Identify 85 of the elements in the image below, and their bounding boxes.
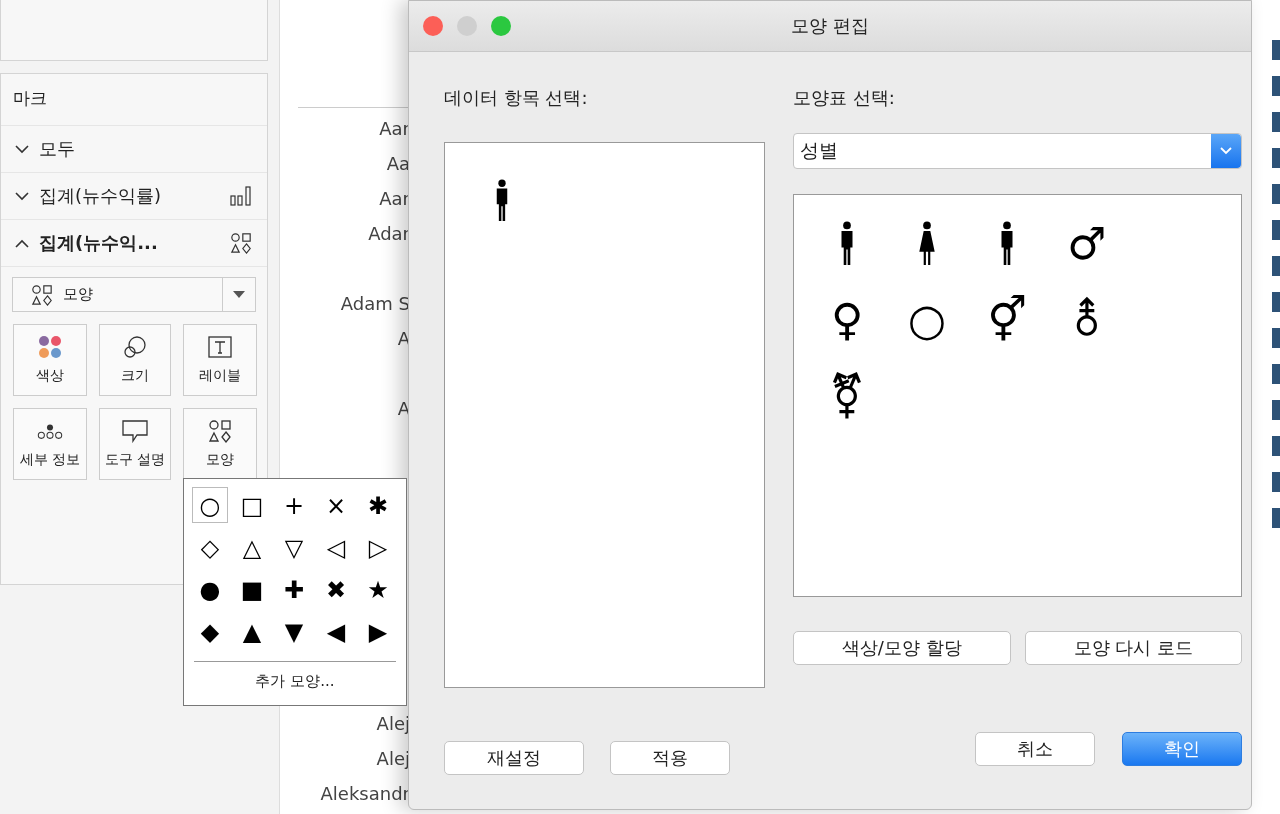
color-dots-icon (37, 335, 63, 359)
dialog-button[interactable]: 재설정 (444, 741, 584, 775)
shape-option[interactable]: ◁ (318, 529, 354, 565)
shape-option[interactable]: △ (234, 529, 270, 565)
shape-option[interactable]: ○ (192, 487, 228, 523)
bar (1272, 292, 1280, 312)
shape-option[interactable]: ● (192, 571, 228, 607)
row-header: Aar (379, 187, 410, 211)
bar (1272, 436, 1280, 456)
bar (1272, 328, 1280, 348)
shape-option[interactable]: ◆ (192, 613, 228, 649)
bar (1272, 472, 1280, 492)
bar (1272, 40, 1280, 60)
mark-type-dropdown[interactable]: 모양 (12, 277, 256, 312)
mark-row[interactable]: 모두 (1, 126, 267, 173)
gender-symbol[interactable]: ♂ (1067, 221, 1107, 267)
chevron-icon (15, 191, 29, 201)
bar (1272, 112, 1280, 132)
bar (1272, 400, 1280, 420)
property-button[interactable]: 세부 정보 (13, 408, 87, 480)
row-label: 집계(뉴수익... (39, 231, 159, 255)
property-button[interactable]: 도구 설명 (99, 408, 171, 480)
bar-chart-icon (229, 185, 253, 207)
section-label: 데이터 항목 선택: (444, 86, 589, 110)
shape-option[interactable]: ◀ (318, 613, 354, 649)
shapes-icon (229, 232, 253, 254)
shape-option[interactable]: + (276, 487, 312, 523)
dialog-button[interactable]: 색상/모양 할당 (793, 631, 1011, 665)
property-button[interactable]: 레이블 (183, 324, 257, 396)
woman-icon[interactable] (916, 221, 938, 265)
shape-option[interactable]: × (318, 487, 354, 523)
window-title: 모양 편집 (791, 14, 869, 38)
row-label: 모두 (39, 137, 76, 161)
shape-option[interactable]: ■ (234, 571, 270, 607)
row-label: 집계(뉴수익률) (39, 184, 163, 208)
shape-option[interactable]: ▶ (360, 613, 396, 649)
shape-option[interactable]: ▷ (360, 529, 396, 565)
shape-option[interactable]: ▲ (234, 613, 270, 649)
bar (1272, 364, 1280, 384)
section-label: 모양표 선택: (793, 86, 896, 110)
property-button[interactable]: 크기 (99, 324, 171, 396)
shape-option[interactable]: □ (234, 487, 270, 523)
text-icon (207, 335, 233, 359)
shape-option[interactable]: ▼ (276, 613, 312, 649)
circles-icon (122, 335, 148, 359)
dialog-button[interactable]: 모양 다시 로드 (1024, 631, 1242, 665)
bar (1272, 256, 1280, 276)
gender-symbol[interactable]: ♀ (830, 297, 864, 343)
shape-option[interactable]: ✱ (360, 487, 396, 523)
caret-icon (233, 290, 245, 299)
chevron-icon (15, 238, 29, 248)
chevron-icon (15, 144, 29, 154)
bar (1272, 148, 1280, 168)
row-header: Adar (368, 222, 410, 246)
gender-symbol[interactable]: ⚧ (828, 373, 866, 419)
row-header: Alej (376, 712, 410, 736)
bar (1272, 220, 1280, 240)
dialog-button[interactable]: 취소 (975, 732, 1095, 766)
bar (1272, 76, 1280, 96)
property-button[interactable]: 모양 (183, 408, 257, 480)
shape-option[interactable]: ★ (360, 571, 396, 607)
row-header: Aleksandr (320, 782, 410, 806)
bar (1272, 508, 1280, 528)
bar (1272, 184, 1280, 204)
gender-symbol[interactable]: ⚨ (1068, 297, 1106, 343)
speech-bubble-icon (122, 419, 148, 443)
row-header: Aa (386, 152, 410, 176)
gender-symbol[interactable]: ⚥ (987, 297, 1027, 343)
shape-option[interactable]: ✖ (318, 571, 354, 607)
mark-row[interactable]: 집계(뉴수익... (1, 220, 267, 267)
mark-row[interactable]: 집계(뉴수익률) (1, 173, 267, 220)
shape-option[interactable]: ✚ (276, 571, 312, 607)
gender-symbol[interactable]: ○ (907, 297, 947, 343)
more-shapes-item[interactable]: 추가 모양... (192, 672, 398, 691)
card-title: 마크 (1, 74, 267, 126)
property-button[interactable]: 색상 (13, 324, 87, 396)
shape-option[interactable]: ◇ (192, 529, 228, 565)
shapes-icon (207, 419, 233, 443)
shape-option[interactable]: ▽ (276, 529, 312, 565)
row-header: Alej (376, 747, 410, 771)
palette-dropdown[interactable]: 성별 (793, 133, 1242, 169)
chevron-icon (1220, 147, 1232, 155)
dialog-button[interactable]: 적용 (610, 741, 730, 775)
shapes-icon (31, 283, 53, 306)
row-header: Aar (379, 117, 410, 141)
